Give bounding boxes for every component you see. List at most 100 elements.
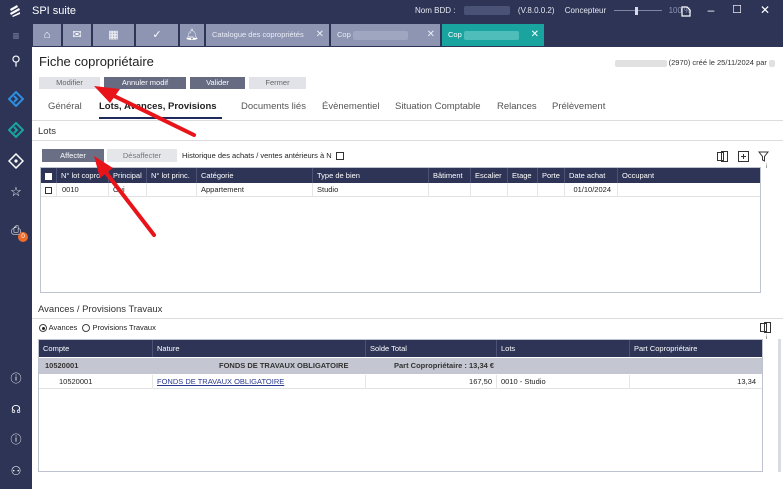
- column-header[interactable]: Lots: [497, 340, 630, 357]
- radio-avances[interactable]: [39, 324, 47, 333]
- tab-documents[interactable]: Documents liés: [241, 101, 306, 112]
- desaffecter-button[interactable]: Désaffecter: [107, 149, 177, 162]
- group-row[interactable]: 10520001 FONDS DE TRAVAUX OBLIGATOIRE Pa…: [39, 358, 762, 374]
- valider-button[interactable]: Valider: [190, 77, 245, 89]
- star-icon[interactable]: ☆: [8, 184, 24, 200]
- column-header[interactable]: N° lot princ.: [147, 168, 197, 183]
- tab-cop-1-redacted: [352, 30, 408, 40]
- document-tabs-row: ⌂ ✉ ▦ ✓ 🔔︎ Catalogue des copropriétés ✕ …: [32, 23, 783, 47]
- column-header[interactable]: N° lot copro: [57, 168, 109, 183]
- cell-part: 13,34: [737, 377, 756, 386]
- mail-tab[interactable]: ✉: [63, 24, 92, 46]
- cell-nature: FONDS DE TRAVAUX OBLIGATOIRE: [153, 375, 366, 389]
- cell-lot-princ: [147, 183, 197, 197]
- lots-table-header: N° lot copro Principal N° lot princ. Cat…: [41, 168, 760, 183]
- tab-catalogue[interactable]: Catalogue des copropriétés ✕: [206, 24, 329, 46]
- cell-principal: Oui: [109, 183, 147, 197]
- app-title: SPI suite: [32, 5, 77, 17]
- group-nature: FONDS DE TRAVAUX OBLIGATOIRE: [219, 361, 349, 370]
- tasks-tab[interactable]: ✓: [136, 24, 179, 46]
- select-all-checkbox[interactable]: [45, 172, 52, 180]
- column-header[interactable]: Principal: [109, 168, 147, 183]
- section-tabs: Général Lots, Avances, Provisions Docume…: [32, 98, 783, 118]
- table-row[interactable]: 10520001 FONDS DE TRAVAUX OBLIGATOIRE 16…: [39, 375, 762, 389]
- bdd-name-redacted: [463, 6, 510, 16]
- fermer-button[interactable]: Fermer: [249, 77, 306, 89]
- radio-avances-label: Avances: [48, 323, 78, 332]
- help-icon[interactable]: ⓘ: [8, 371, 24, 387]
- search-icon[interactable]: ⚲: [8, 53, 24, 69]
- column-header[interactable]: Escalier: [471, 168, 508, 183]
- cell-porte: [538, 183, 565, 197]
- radio-provisions[interactable]: [82, 324, 91, 333]
- excel-export-icon[interactable]: [760, 322, 771, 333]
- filter-icon[interactable]: [758, 151, 769, 162]
- zoom-slider[interactable]: [614, 6, 663, 15]
- close-window-button[interactable]: ✕: [757, 3, 773, 17]
- notifications-tab[interactable]: 🔔︎: [180, 24, 205, 46]
- column-header[interactable]: Type de bien: [313, 168, 429, 183]
- info-small-icon: i: [766, 335, 768, 341]
- page-title: Fiche copropriétaire: [39, 54, 154, 69]
- tab-general[interactable]: Général: [48, 101, 82, 112]
- maximize-button[interactable]: ☐: [729, 3, 745, 16]
- tab-relances[interactable]: Relances: [497, 101, 537, 112]
- tab-cop-2-label: Cop: [448, 30, 462, 39]
- nav-arrow-teal-icon[interactable]: [8, 122, 24, 138]
- avances-table-header: Compte Nature Solde Total Lots Part Copr…: [39, 340, 762, 357]
- hamburger-menu-icon[interactable]: ≡: [8, 28, 24, 44]
- excel-export-icon[interactable]: [717, 151, 728, 162]
- calendar-tab[interactable]: ▦: [93, 24, 135, 46]
- app-logo-icon: [10, 5, 20, 17]
- minimize-button[interactable]: –: [703, 3, 719, 17]
- tab-cop-1[interactable]: Cop ✕: [331, 24, 440, 46]
- nav-arrow-blue-icon[interactable]: [8, 91, 24, 107]
- close-tab-icon[interactable]: ✕: [316, 24, 324, 46]
- tab-lots-avances[interactable]: Lots, Avances, Provisions: [99, 101, 217, 112]
- column-header[interactable]: Compte: [39, 340, 153, 357]
- lots-table: N° lot copro Principal N° lot princ. Cat…: [40, 167, 761, 293]
- group-compte: 10520001: [45, 361, 79, 370]
- nature-link[interactable]: FONDS DE TRAVAUX OBLIGATOIRE: [157, 377, 284, 386]
- info-icon[interactable]: ⓘ: [8, 432, 24, 448]
- divider: [32, 318, 783, 319]
- info-small-icon: i: [766, 164, 768, 170]
- column-header[interactable]: Nature: [153, 340, 366, 357]
- tab-cop-active[interactable]: Cop ✕: [442, 24, 544, 46]
- tab-situation-comptable[interactable]: Situation Comptable: [395, 101, 481, 112]
- column-header[interactable]: Porte: [538, 168, 565, 183]
- column-header[interactable]: Bâtiment: [429, 168, 471, 183]
- tab-prelevement[interactable]: Prélèvement: [552, 101, 605, 112]
- headset-icon[interactable]: ☊: [8, 402, 24, 418]
- cell-categorie: Appartement: [197, 183, 313, 197]
- lots-section-title: Lots: [38, 126, 56, 137]
- row-checkbox[interactable]: [45, 186, 52, 194]
- divider: [32, 120, 783, 121]
- row-checkbox-cell: [41, 183, 57, 197]
- column-header[interactable]: Solde Total: [366, 340, 497, 357]
- column-header[interactable]: Etage: [508, 168, 538, 183]
- sidebar: ≡ ⚲ ☆ ⎙ 0 ⓘ ☊ ⓘ ⚇: [0, 23, 32, 489]
- vertical-scrollbar[interactable]: [778, 339, 781, 472]
- column-header[interactable]: Date achat: [565, 168, 618, 183]
- cell-date: 01/10/2024: [565, 183, 618, 197]
- column-header[interactable]: Occupant: [618, 168, 760, 183]
- diamond-icon[interactable]: [8, 153, 24, 169]
- modifier-button[interactable]: Modifier: [39, 77, 100, 89]
- close-tab-icon[interactable]: ✕: [427, 24, 435, 46]
- column-header[interactable]: Catégorie: [197, 168, 313, 183]
- close-tab-icon[interactable]: ✕: [531, 24, 539, 46]
- annuler-modif-button[interactable]: Annuler modif: [104, 77, 186, 89]
- table-row[interactable]: 0010 Oui Appartement Studio 01/10/2024: [41, 183, 760, 197]
- user-icon[interactable]: ⚇: [8, 463, 24, 479]
- document-icon[interactable]: [681, 6, 691, 17]
- tab-catalogue-label: Catalogue des copropriétés: [212, 30, 304, 39]
- tab-evenementiel[interactable]: Évènementiel: [322, 101, 380, 112]
- home-tab[interactable]: ⌂: [33, 24, 62, 46]
- cell-lots: 0010 - Studio: [497, 375, 630, 389]
- affecter-button[interactable]: Affecter: [42, 149, 104, 162]
- creation-info-text: (2970) créé le 25/11/2024 par: [668, 58, 767, 67]
- column-header[interactable]: Part Copropriétaire: [630, 340, 762, 357]
- historique-checkbox[interactable]: [335, 152, 344, 161]
- add-icon[interactable]: [738, 151, 749, 162]
